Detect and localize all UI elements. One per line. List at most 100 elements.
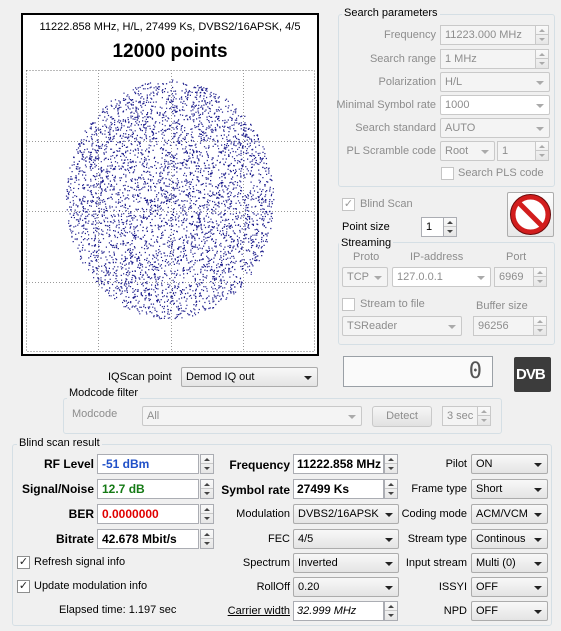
iqscan-label: IQScan point [108, 371, 172, 383]
iqscan-value: Demod IQ out [186, 371, 255, 383]
rf-level-spinner[interactable] [200, 454, 214, 474]
elapsed-time: Elapsed time: 1.197 sec [59, 604, 177, 616]
frequency-input[interactable]: 11223.000 MHz [440, 25, 536, 45]
snr-label: Signal/Noise [21, 482, 94, 496]
file-format-select[interactable]: TSReader [342, 316, 462, 336]
modcode-value: All [147, 410, 160, 422]
fec-value: 4/5 [298, 533, 314, 545]
blind-scan-label: Blind Scan [360, 198, 413, 210]
proto-value: TCP [347, 271, 369, 283]
input-stream-select[interactable]: Multi (0) [471, 553, 548, 573]
point-size-label: Point size [342, 221, 390, 233]
issyi-label: ISSYI [438, 581, 467, 593]
plot-header: 11222.858 MHz, H/L, 27499 Ks, DVBS2/16AP… [39, 21, 301, 33]
pl-scramble-spinner[interactable] [535, 141, 549, 161]
update-modulation-label: Update modulation info [34, 580, 148, 592]
snr-spinner[interactable] [200, 479, 214, 499]
stream-type-select[interactable]: Continous [471, 529, 548, 549]
timeout-spinner[interactable] [477, 406, 491, 426]
result-frequency-value: 11222.858 MHz [293, 454, 384, 474]
buffer-size-input[interactable]: 96256 [473, 316, 534, 336]
min-symbol-rate-value: 1000 [445, 99, 470, 111]
chevron-down-icon [536, 81, 544, 85]
pl-scramble-input[interactable]: 1 [497, 141, 537, 161]
ber-value: 0.0000000 [97, 504, 199, 524]
refresh-signal-checkbox[interactable]: ✓ [17, 556, 30, 569]
port-input[interactable]: 6969 [494, 267, 534, 287]
proto-select[interactable]: TCP [342, 267, 388, 287]
search-pls-label: Search PLS code [458, 167, 544, 179]
chevron-down-icon [534, 513, 542, 517]
stop-button[interactable] [507, 192, 554, 237]
modulation-value: DVBS2/16APSK [298, 508, 379, 520]
search-standard-select[interactable]: AUTO [440, 118, 550, 138]
issyi-value: OFF [476, 581, 498, 593]
chevron-down-icon [448, 325, 456, 329]
point-size-spinner[interactable] [443, 217, 457, 237]
pl-scramble-mode-value: Root [445, 145, 469, 157]
symbol-rate-spinner[interactable] [384, 479, 398, 499]
pilot-value: ON [476, 458, 493, 470]
refresh-signal-label: Refresh signal info [34, 556, 126, 568]
chevron-down-icon [534, 463, 542, 467]
constellation-plot [26, 70, 315, 352]
dvb-logo-text: DVB [516, 366, 546, 383]
detect-button[interactable]: Detect [372, 406, 432, 427]
pl-scramble-mode-select[interactable]: Root [440, 141, 495, 161]
coding-mode-select[interactable]: ACM/VCM [471, 504, 548, 524]
buffer-size-spinner[interactable] [533, 316, 547, 336]
stream-to-file-label: Stream to file [360, 298, 425, 310]
symbol-rate-label: Symbol rate [221, 483, 290, 497]
stream-type-value: Continous [476, 533, 526, 545]
ber-spinner[interactable] [200, 504, 214, 524]
stream-to-file-checkbox[interactable] [342, 298, 355, 311]
port-spinner[interactable] [533, 267, 547, 287]
npd-label: NPD [443, 605, 467, 617]
carrier-width-spinner[interactable] [384, 601, 398, 621]
ber-label: BER [68, 507, 94, 521]
spectrum-select[interactable]: Inverted [293, 553, 399, 573]
blind-scan-checkbox[interactable]: ✓ [342, 198, 355, 211]
polarization-select[interactable]: H/L [440, 72, 550, 92]
search-range-spinner[interactable] [535, 49, 549, 69]
modulation-label: Modulation [236, 508, 290, 520]
bitrate-label: Bitrate [55, 532, 94, 546]
modulation-select[interactable]: DVBS2/16APSK [293, 504, 399, 524]
pilot-select[interactable]: ON [471, 454, 548, 474]
rolloff-label: RollOff [256, 581, 290, 593]
timeout-input[interactable]: 3 sec [442, 406, 478, 426]
chevron-down-icon [348, 415, 356, 419]
frame-type-select[interactable]: Short [471, 479, 548, 499]
ip-address-label: IP-address [410, 251, 464, 263]
polarization-value: H/L [445, 76, 463, 88]
update-modulation-checkbox[interactable]: ✓ [17, 580, 30, 593]
carrier-width-label[interactable]: Carrier width [228, 605, 290, 617]
rolloff-value: 0.20 [298, 581, 320, 593]
bitrate-spinner[interactable] [200, 529, 214, 549]
frame-type-label: Frame type [411, 483, 467, 495]
npd-select[interactable]: OFF [471, 601, 548, 621]
ip-address-select[interactable]: 127.0.0.1 [392, 267, 491, 287]
input-stream-label: Input stream [405, 557, 467, 569]
counter-display: 0 [343, 356, 493, 387]
rolloff-select[interactable]: 0.20 [293, 577, 399, 597]
frequency-spinner[interactable] [535, 25, 549, 45]
search-standard-value: AUTO [445, 122, 476, 134]
chevron-down-icon [534, 488, 542, 492]
modcode-filter-title: Modcode filter [67, 387, 141, 399]
rf-level-value: -51 dBm [97, 454, 199, 474]
fec-select[interactable]: 4/5 [293, 529, 399, 549]
min-symbol-rate-select[interactable]: 1000 [440, 95, 550, 115]
streaming-title: Streaming [339, 237, 394, 249]
result-frequency-spinner[interactable] [384, 454, 398, 474]
chevron-down-icon [385, 562, 393, 566]
point-size-input[interactable]: 1 [421, 217, 444, 237]
chevron-down-icon [536, 104, 544, 108]
port-label: Port [506, 251, 527, 263]
search-range-input[interactable]: 1 MHz [440, 49, 536, 69]
iqscan-select[interactable]: Demod IQ out [181, 367, 318, 387]
modcode-select[interactable]: All [142, 406, 362, 426]
search-standard-label: Search standard [355, 122, 436, 134]
issyi-select[interactable]: OFF [471, 577, 548, 597]
search-pls-checkbox[interactable] [441, 167, 454, 180]
